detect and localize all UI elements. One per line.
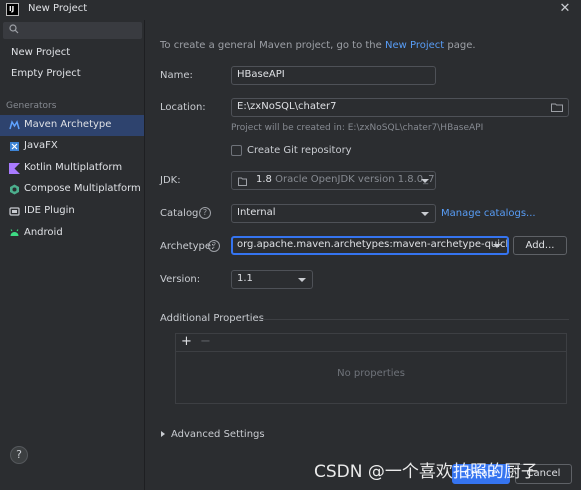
javafx-icon <box>10 142 19 151</box>
git-label[interactable]: Create Git repository <box>247 145 352 156</box>
divider <box>257 319 569 320</box>
maven-icon <box>9 120 20 130</box>
git-checkbox[interactable] <box>231 145 242 156</box>
ide-plugin-icon <box>9 207 20 216</box>
intro-prefix: To create a general Maven project, go to… <box>160 40 385 51</box>
chevron-down-icon <box>421 179 429 183</box>
chevron-down-icon <box>421 212 429 216</box>
kotlin-icon <box>9 163 20 174</box>
sidebar-item-android[interactable]: Android <box>0 223 144 244</box>
location-hint: Project will be created in: E:\zxNoSQL\c… <box>231 123 484 133</box>
add-archetype-button[interactable]: Add... <box>513 236 567 255</box>
android-icon <box>10 229 19 236</box>
catalog-help-icon[interactable]: ? <box>199 207 211 219</box>
close-icon[interactable]: ✕ <box>556 1 574 17</box>
add-property-button[interactable]: + <box>181 334 192 349</box>
archetype-help-icon[interactable]: ? <box>208 240 220 252</box>
catalog-label: Catalog: <box>160 208 202 219</box>
folder-icon[interactable] <box>551 103 563 112</box>
window-title: New Project <box>28 3 88 14</box>
jdk-label: JDK: <box>160 175 181 186</box>
jdk-version: 1.8 <box>256 174 272 185</box>
archetype-value: org.apache.maven.archetypes:maven-archet… <box>237 239 509 250</box>
manage-catalogs-link[interactable]: Manage catalogs... <box>441 208 536 219</box>
name-field[interactable]: HBaseAPI <box>231 66 436 85</box>
generators-header: Generators <box>6 101 57 111</box>
chevron-down-icon <box>493 244 501 248</box>
sidebar-item-ide-plugin[interactable]: IDE Plugin <box>0 201 144 222</box>
search-icon <box>9 24 19 34</box>
properties-toolbar: + − <box>176 334 566 352</box>
sidebar: New Project Empty Project Generators Mav… <box>0 20 145 490</box>
advanced-settings-toggle[interactable]: Advanced Settings <box>171 429 265 440</box>
location-value: E:\zxNoSQL\chater7 <box>237 101 337 112</box>
name-label: Name: <box>160 70 193 81</box>
sidebar-item-label: Android <box>24 227 63 238</box>
sidebar-item-label: Maven Archetype <box>24 119 112 130</box>
watermark: CSDN @一个喜欢拍照的厨子 <box>314 462 538 482</box>
title-bar: IJ New Project ✕ <box>0 0 581 20</box>
catalog-select[interactable]: Internal <box>231 204 436 223</box>
sidebar-item-label: JavaFX <box>24 140 58 151</box>
properties-panel: + − No properties <box>175 333 567 404</box>
location-field[interactable]: E:\zxNoSQL\chater7 <box>231 98 569 117</box>
sidebar-item-label: Compose Multiplatform <box>24 183 141 194</box>
archetype-label: Archetype: <box>160 241 215 252</box>
help-icon[interactable]: ? <box>10 446 28 464</box>
chevron-right-icon[interactable] <box>161 431 165 437</box>
sidebar-item-label: IDE Plugin <box>24 205 75 216</box>
jdk-folder-icon <box>238 177 247 186</box>
new-project-link[interactable]: New Project <box>385 40 444 51</box>
sidebar-item-kotlin-multiplatform[interactable]: Kotlin Multiplatform <box>0 158 144 179</box>
sidebar-item-empty-project[interactable]: Empty Project <box>11 68 81 79</box>
sidebar-item-new-project[interactable]: New Project <box>11 47 70 58</box>
version-select[interactable]: 1.1 <box>231 270 313 289</box>
remove-property-button[interactable]: − <box>200 334 211 349</box>
catalog-value: Internal <box>237 207 276 218</box>
chevron-down-icon <box>298 278 306 282</box>
jdk-description: Oracle OpenJDK version 1.8.0_71 <box>275 174 436 185</box>
additional-properties-header: Additional Properties <box>160 313 264 324</box>
location-label: Location: <box>160 102 206 113</box>
version-value: 1.1 <box>237 273 253 284</box>
intellij-logo-icon: IJ <box>6 3 19 16</box>
search-input[interactable] <box>3 22 142 39</box>
intro-text: To create a general Maven project, go to… <box>160 40 476 51</box>
version-label: Version: <box>160 274 201 285</box>
empty-properties-text: No properties <box>337 368 405 379</box>
intro-suffix: page. <box>444 40 476 51</box>
jdk-select[interactable]: 1.8 Oracle OpenJDK version 1.8.0_71 <box>231 171 436 190</box>
sidebar-item-javafx[interactable]: JavaFX <box>0 136 144 157</box>
archetype-select[interactable]: org.apache.maven.archetypes:maven-archet… <box>231 236 509 255</box>
sidebar-item-compose-multiplatform[interactable]: Compose Multiplatform <box>0 179 144 200</box>
compose-icon <box>10 184 19 195</box>
sidebar-item-label: Kotlin Multiplatform <box>24 162 123 173</box>
sidebar-item-maven-archetype[interactable]: Maven Archetype <box>0 115 144 136</box>
